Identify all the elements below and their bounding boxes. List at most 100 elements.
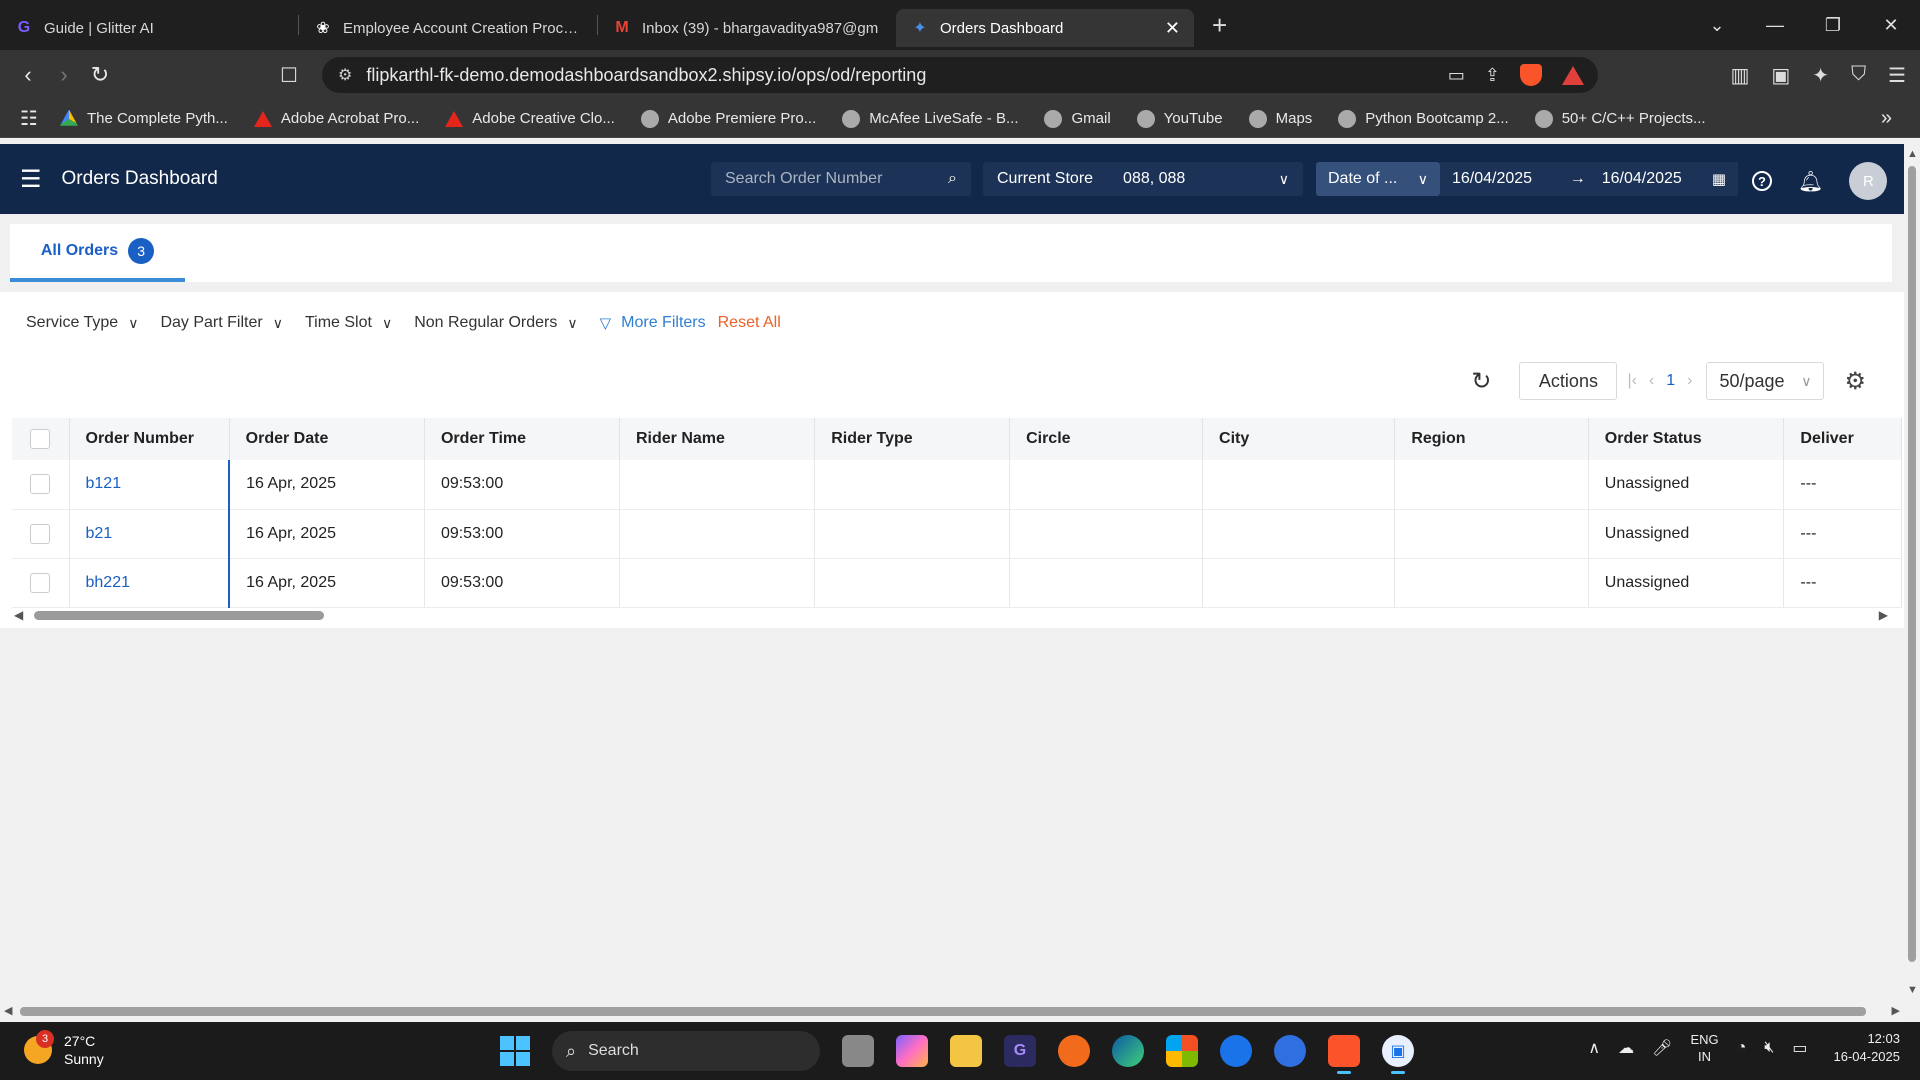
brave-browser-icon[interactable] bbox=[1328, 1035, 1360, 1074]
tab-all-orders[interactable]: All Orders 3 bbox=[10, 224, 185, 282]
brave-shield-icon[interactable] bbox=[1520, 64, 1542, 86]
column-header[interactable]: Deliver bbox=[1783, 418, 1902, 460]
cast-icon[interactable]: ▭ bbox=[1448, 65, 1465, 86]
app-icon[interactable] bbox=[1274, 1035, 1306, 1067]
page-vertical-scrollbar[interactable]: ▲ ▼ bbox=[1904, 144, 1920, 1000]
date-from[interactable]: 16/04/2025 bbox=[1452, 170, 1532, 188]
language-indicator[interactable]: ENG IN bbox=[1690, 1031, 1718, 1065]
scrollbar-thumb[interactable] bbox=[20, 1007, 1866, 1016]
bookmark-item[interactable]: Maps bbox=[1248, 109, 1312, 128]
tab-employee-account[interactable]: ❀ Employee Account Creation Process bbox=[299, 9, 597, 47]
apps-grid-icon[interactable]: ☷ bbox=[20, 106, 38, 131]
hamburger-menu-icon[interactable]: ☰ bbox=[20, 165, 42, 194]
bookmark-item[interactable]: YouTube bbox=[1136, 109, 1223, 128]
row-checkbox[interactable] bbox=[30, 523, 50, 544]
scroll-left-icon[interactable]: ◀ bbox=[4, 1004, 12, 1017]
date-type-select[interactable]: Date of ... ∨ bbox=[1316, 162, 1440, 196]
scroll-right-icon[interactable]: ▶ bbox=[1892, 1004, 1900, 1017]
weather-widget[interactable]: 3 27°C Sunny bbox=[24, 1030, 104, 1068]
scroll-left-icon[interactable]: ◀ bbox=[14, 608, 23, 622]
forward-icon[interactable]: › bbox=[46, 62, 82, 88]
select-all-checkbox[interactable] bbox=[30, 429, 50, 449]
tab-search-icon[interactable]: ⌄ bbox=[1688, 15, 1746, 36]
microsoft-store-icon[interactable] bbox=[1166, 1035, 1198, 1067]
next-page-icon[interactable]: › bbox=[1687, 372, 1692, 390]
calendar-icon[interactable]: ▦ bbox=[1712, 170, 1726, 188]
minimize-icon[interactable]: — bbox=[1746, 15, 1804, 36]
page-horizontal-scrollbar[interactable]: ◀ ▶ bbox=[0, 1000, 1904, 1022]
file-explorer-icon[interactable] bbox=[950, 1035, 982, 1067]
task-view-icon[interactable] bbox=[842, 1035, 874, 1067]
row-checkbox[interactable] bbox=[30, 572, 50, 593]
microphone-icon[interactable]: 🎤︎ bbox=[1652, 1038, 1672, 1058]
share-icon[interactable]: ⇪ bbox=[1485, 65, 1500, 86]
speaker-muted-icon[interactable]: 🔇︎ bbox=[1764, 1039, 1774, 1057]
current-page[interactable]: 1 bbox=[1666, 372, 1675, 390]
column-header[interactable]: Order Number bbox=[69, 418, 230, 460]
site-info-icon[interactable]: ⚙ bbox=[338, 65, 352, 85]
reload-icon[interactable]: ↻ bbox=[82, 62, 118, 88]
restore-icon[interactable]: ❐ bbox=[1804, 15, 1862, 36]
tab-glitter[interactable]: G Guide | Glitter AI bbox=[0, 9, 298, 47]
column-header[interactable]: Order Date bbox=[229, 418, 425, 460]
onedrive-cloud-icon[interactable]: ☁ bbox=[1618, 1038, 1634, 1058]
date-to[interactable]: 16/04/2025 bbox=[1602, 170, 1682, 188]
chevron-up-icon[interactable]: ∧ bbox=[1588, 1038, 1600, 1058]
actions-button[interactable]: Actions bbox=[1519, 362, 1618, 400]
search-order-input[interactable]: Search Order Number ⌕ bbox=[711, 162, 971, 196]
current-store-select[interactable]: Current Store 088, 088 ∨ bbox=[983, 162, 1303, 196]
wifi-icon[interactable]: ◔ bbox=[1737, 1039, 1747, 1057]
bookmark-item[interactable]: McAfee LiveSafe - B... bbox=[842, 109, 1018, 128]
column-header[interactable]: City bbox=[1202, 418, 1396, 460]
scroll-down-icon[interactable]: ▼ bbox=[1907, 984, 1918, 996]
app-icon[interactable] bbox=[1058, 1035, 1090, 1067]
column-header[interactable]: Order Time bbox=[424, 418, 620, 460]
new-tab-button[interactable]: + bbox=[1212, 10, 1227, 41]
table-row[interactable]: bh221 16 Apr, 2025 09:53:00 Unassigned -… bbox=[12, 558, 1902, 608]
column-header[interactable]: Rider Type bbox=[814, 418, 1011, 460]
date-range-picker[interactable]: 16/04/2025 → 16/04/2025 ▦ bbox=[1440, 162, 1738, 196]
app-icon[interactable]: ▣ bbox=[1382, 1035, 1414, 1074]
service-type-filter[interactable]: Service Type ∨ bbox=[26, 314, 138, 332]
copilot-icon[interactable] bbox=[896, 1035, 928, 1067]
bookmark-item[interactable]: Adobe Creative Clo... bbox=[445, 110, 615, 127]
order-number-link[interactable]: b121 bbox=[69, 460, 231, 510]
bookmark-item[interactable]: Adobe Acrobat Pro... bbox=[253, 110, 419, 127]
order-number-link[interactable]: bh221 bbox=[69, 558, 231, 608]
reset-all-button[interactable]: Reset All bbox=[718, 314, 781, 332]
scrollbar-thumb[interactable] bbox=[1908, 166, 1916, 962]
edge-icon[interactable] bbox=[1112, 1035, 1144, 1067]
order-number-link[interactable]: b21 bbox=[69, 509, 231, 559]
battery-icon[interactable]: ▭ bbox=[1792, 1038, 1807, 1058]
column-header[interactable]: Region bbox=[1394, 418, 1589, 460]
bookmark-item[interactable]: Gmail bbox=[1044, 109, 1111, 128]
wallet-icon[interactable]: ▣ bbox=[1771, 63, 1790, 88]
non-regular-orders-filter[interactable]: Non Regular Orders ∨ bbox=[414, 314, 577, 332]
app-icon[interactable] bbox=[1220, 1035, 1252, 1067]
bookmark-item[interactable]: The Complete Pyth... bbox=[59, 109, 228, 128]
taskbar-search[interactable]: ⌕ Search bbox=[552, 1031, 820, 1071]
search-icon[interactable]: ⌕ bbox=[948, 170, 957, 188]
tab-orders-dashboard[interactable]: ✦ Orders Dashboard ✕ bbox=[896, 9, 1194, 47]
time-slot-filter[interactable]: Time Slot ∨ bbox=[305, 314, 392, 332]
sidebar-icon[interactable]: ▥ bbox=[1730, 63, 1749, 88]
table-row[interactable]: b21 16 Apr, 2025 09:53:00 Unassigned --- bbox=[12, 509, 1902, 559]
glitter-app-icon[interactable]: G bbox=[1004, 1035, 1036, 1067]
scroll-up-icon[interactable]: ▲ bbox=[1907, 148, 1918, 160]
prev-page-icon[interactable]: ‹ bbox=[1649, 372, 1654, 390]
table-horizontal-scrollbar[interactable]: ◀ ▶ bbox=[12, 608, 1892, 622]
bookmark-item[interactable]: 50+ C/C++ Projects... bbox=[1534, 109, 1706, 128]
tab-gmail[interactable]: M Inbox (39) - bhargavaditya987@gm bbox=[598, 9, 896, 47]
day-part-filter[interactable]: Day Part Filter ∨ bbox=[160, 314, 283, 332]
brave-rewards-icon[interactable] bbox=[1562, 65, 1584, 85]
avatar[interactable]: R bbox=[1849, 162, 1888, 200]
close-icon[interactable]: ✕ bbox=[1165, 18, 1180, 39]
bookmarks-overflow-icon[interactable]: » bbox=[1881, 107, 1892, 130]
clock[interactable]: 12:03 16-04-2025 bbox=[1834, 1030, 1901, 1066]
page-size-select[interactable]: 50/page ∨ bbox=[1706, 362, 1825, 400]
vpn-icon[interactable]: ⛉ bbox=[1851, 63, 1866, 88]
menu-icon[interactable]: ☰ bbox=[1888, 63, 1906, 88]
first-page-icon[interactable]: |‹ bbox=[1627, 372, 1636, 390]
close-window-icon[interactable]: ✕ bbox=[1862, 15, 1920, 36]
bookmark-item[interactable]: Adobe Premiere Pro... bbox=[640, 109, 816, 128]
